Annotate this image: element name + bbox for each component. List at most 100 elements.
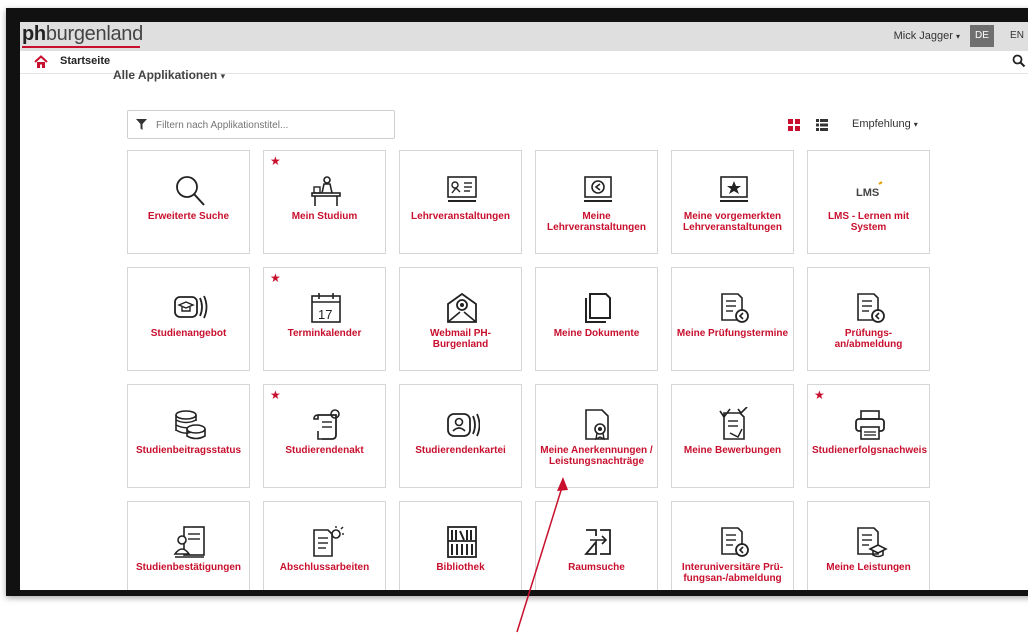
filter-icon — [136, 119, 147, 130]
app-tile[interactable]: ★ Mein Studium — [263, 150, 386, 254]
app-tile[interactable]: ★ Studienerfolgsnachweis — [807, 384, 930, 488]
coins-icon — [175, 410, 206, 440]
app-tile[interactable]: Lehrveranstaltungen — [399, 150, 522, 254]
exam-registration-icon — [857, 293, 885, 323]
svg-text:17: 17 — [318, 307, 332, 322]
app-tile[interactable]: Studienbestätigungen — [127, 501, 250, 590]
favorite-star-icon[interactable]: ★ — [814, 389, 825, 401]
app-tile-label: Meine Anerkennungen / Leistungsnachträge — [540, 445, 653, 467]
id-card-icon — [447, 413, 480, 437]
board-arrow-icon — [584, 176, 612, 202]
app-tile-label: Meine vorgemerkten Lehrveranstaltungen — [683, 211, 782, 233]
presentation-board-icon — [447, 176, 477, 202]
app-tile[interactable]: Interuniversitäre Prü-fungsan-/abmeldung — [671, 501, 794, 590]
sort-label: Empfehlung — [852, 118, 911, 130]
app-tile[interactable]: Erweiterte Suche — [127, 150, 250, 254]
window-frame: phburgenland Mick Jagger ▾ DE EN Startse… — [6, 8, 1028, 596]
app-tile-label: Studierendenkartei — [415, 445, 506, 456]
home-icon[interactable] — [34, 55, 48, 69]
calendar-icon: 17 — [311, 293, 341, 323]
brand-logo[interactable]: phburgenland — [22, 23, 143, 46]
app-tile[interactable]: Abschlussarbeiten — [263, 501, 386, 590]
achievements-icon — [857, 527, 888, 558]
app-tile-label: Abschlussarbeiten — [279, 562, 370, 573]
application-icon — [719, 407, 748, 440]
magnifier-icon — [176, 176, 205, 206]
confirmation-icon — [173, 526, 205, 558]
app-tile-label: Terminkalender — [287, 328, 362, 339]
grid-view-icon[interactable] — [788, 119, 800, 131]
app-tile-label: Studierendenakt — [285, 445, 364, 456]
app-tile-label: Raumsuche — [568, 562, 625, 573]
breadcrumb-home[interactable]: Startseite — [60, 55, 110, 67]
list-view-icon[interactable] — [816, 119, 828, 131]
chevron-down-icon: ▾ — [220, 71, 226, 81]
user-menu[interactable]: Mick Jagger ▾ — [894, 30, 960, 42]
exam-dates-icon — [721, 293, 749, 323]
documents-icon — [585, 293, 611, 323]
app-tile-label: Meine Lehrveranstaltungen — [547, 211, 646, 233]
app-tile-label: Webmail PH-Burgenland — [430, 328, 491, 350]
student-desk-icon — [311, 176, 341, 206]
search-icon[interactable] — [1012, 54, 1026, 68]
library-icon — [447, 526, 477, 558]
app-tile[interactable]: Meine Lehrveranstaltungen — [535, 150, 658, 254]
lms-logo-icon: LMS — [856, 181, 883, 199]
app-tile[interactable]: Webmail PH-Burgenland — [399, 267, 522, 371]
app-tile-label: Meine Bewerbungen — [683, 445, 782, 456]
top-bar: phburgenland Mick Jagger ▾ DE EN — [20, 22, 1028, 51]
graduation-card-icon — [174, 295, 208, 319]
app-tile-label: Studienbestätigungen — [136, 562, 241, 573]
app-tile-label: Meine Dokumente — [553, 328, 640, 339]
scroll-icon — [313, 409, 340, 440]
logo-bold: ph — [22, 23, 46, 45]
room-search-icon — [584, 529, 611, 555]
webmail-icon — [447, 292, 477, 323]
app-tile-label: Mein Studium — [291, 211, 358, 222]
app-tile[interactable]: Meine vorgemerkten Lehrveranstaltungen — [671, 150, 794, 254]
app-tile-label: Lehrveranstaltungen — [411, 211, 510, 222]
app-tile[interactable]: ★ 17 Terminkalender — [263, 267, 386, 371]
svg-text:LMS: LMS — [856, 187, 879, 199]
thesis-icon — [313, 526, 344, 557]
app-tile[interactable]: Meine Dokumente — [535, 267, 658, 371]
app-screen: phburgenland Mick Jagger ▾ DE EN Startse… — [20, 22, 1028, 590]
app-tile[interactable]: Studienangebot — [127, 267, 250, 371]
app-tile-label: Meine Prüfungstermine — [676, 328, 789, 339]
app-tile[interactable]: ★ Studierendenakt — [263, 384, 386, 488]
app-tile[interactable]: Meine Leistungen — [807, 501, 930, 590]
interuniversity-exam-icon — [721, 527, 749, 557]
app-tile[interactable]: Bibliothek — [399, 501, 522, 590]
app-tile[interactable]: Meine Bewerbungen — [671, 384, 794, 488]
favorite-star-icon[interactable]: ★ — [270, 389, 281, 401]
chevron-down-icon: ▾ — [913, 120, 918, 129]
app-tile[interactable]: Meine Anerkennungen / Leistungsnachträge — [535, 384, 658, 488]
app-tile-label: Bibliothek — [436, 562, 485, 573]
logo-rest: burgenland — [45, 23, 143, 45]
app-tile[interactable]: Raumsuche — [535, 501, 658, 590]
app-tile[interactable]: Prüfungs-an/abmeldung — [807, 267, 930, 371]
app-tile[interactable]: Studierendenkartei — [399, 384, 522, 488]
chevron-down-icon: ▾ — [955, 32, 960, 41]
section-title-label: Alle Applikationen — [113, 68, 218, 82]
app-tile[interactable]: Meine Prüfungstermine — [671, 267, 794, 371]
app-tile[interactable]: Studienbeitragsstatus — [127, 384, 250, 488]
app-tile[interactable]: LMS LMS - Lernen mit System — [807, 150, 930, 254]
language-de-button[interactable]: DE — [970, 25, 994, 47]
app-tile-label: Prüfungs-an/abmeldung — [834, 328, 903, 350]
user-name: Mick Jagger — [893, 30, 953, 42]
filter-input[interactable] — [154, 111, 388, 139]
language-en-button[interactable]: EN — [1002, 25, 1028, 47]
favorite-star-icon[interactable]: ★ — [270, 155, 281, 167]
app-tile-label: Meine Leistungen — [826, 562, 911, 573]
logo-underline — [22, 46, 140, 48]
board-star-icon — [720, 176, 748, 202]
favorite-star-icon[interactable]: ★ — [270, 272, 281, 284]
sort-dropdown[interactable]: Empfehlung ▾ — [852, 118, 918, 130]
app-tile-label: LMS - Lernen mit System — [827, 211, 910, 233]
section-title[interactable]: Alle Applikationen ▾ — [113, 68, 225, 82]
app-tile-label: Interuniversitäre Prü-fungsan-/abmeldung — [681, 562, 784, 584]
app-tile-label: Erweiterte Suche — [147, 211, 230, 222]
printer-icon — [855, 410, 885, 440]
app-tile-label: Studienbeitragsstatus — [135, 445, 242, 456]
